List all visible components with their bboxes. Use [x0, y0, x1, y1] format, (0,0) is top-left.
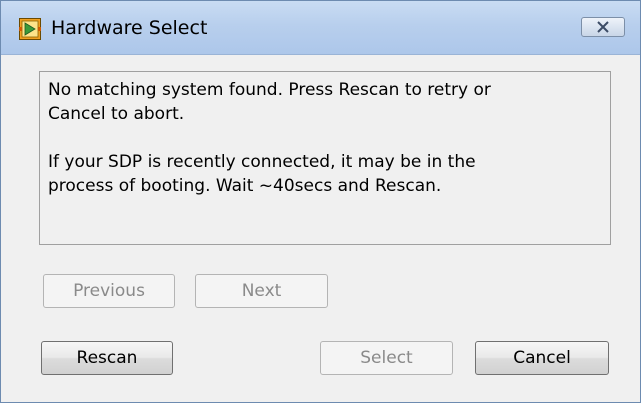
labview-vi-icon	[19, 18, 41, 40]
message-line-2: If your SDP is recently connected, it ma…	[48, 152, 476, 196]
next-button[interactable]: Next	[195, 274, 328, 308]
hardware-select-dialog: Hardware Select No matching system found…	[0, 0, 641, 403]
window-title: Hardware Select	[51, 17, 208, 39]
cancel-button[interactable]: Cancel	[475, 341, 609, 375]
rescan-button[interactable]: Rescan	[41, 341, 173, 375]
close-icon	[597, 21, 609, 33]
select-button[interactable]: Select	[320, 341, 453, 375]
close-button[interactable]	[581, 17, 625, 37]
message-panel: No matching system found. Press Rescan t…	[39, 71, 611, 245]
previous-button[interactable]: Previous	[43, 274, 175, 308]
title-bar[interactable]: Hardware Select	[1, 1, 640, 55]
message-line-1: No matching system found. Press Rescan t…	[48, 80, 491, 124]
